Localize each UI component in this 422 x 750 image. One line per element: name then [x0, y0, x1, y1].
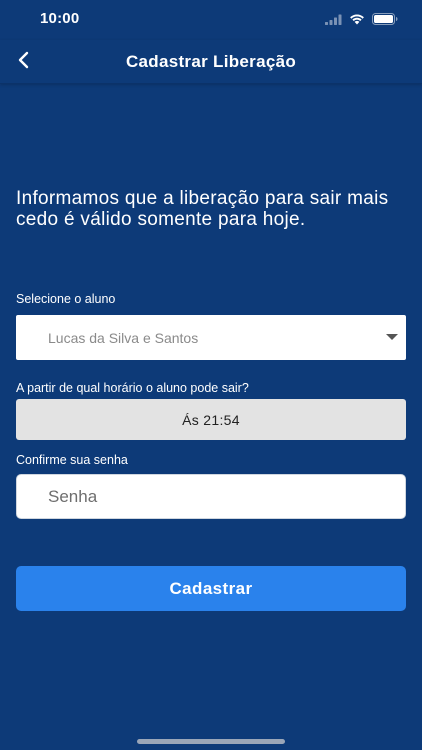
navigation-bar: Cadastrar Liberação	[0, 40, 422, 84]
password-field-label: Confirme sua senha	[16, 453, 128, 467]
register-button-label: Cadastrar	[169, 578, 253, 598]
wifi-icon	[349, 12, 365, 30]
student-select-label: Selecione o aluno	[16, 292, 116, 306]
cellular-icon	[325, 12, 342, 30]
student-select-value: Lucas da Silva e Santos	[48, 330, 199, 346]
register-button[interactable]: Cadastrar	[16, 566, 406, 611]
caret-down-icon	[386, 334, 398, 340]
student-select[interactable]: Lucas da Silva e Santos	[16, 315, 406, 360]
status-icons	[325, 12, 398, 30]
status-time: 10:00	[40, 10, 80, 27]
home-indicator	[137, 739, 285, 744]
time-picker-value: Ás 21:54	[182, 411, 240, 428]
time-field-label: A partir de qual horário o aluno pode sa…	[16, 381, 249, 395]
password-input[interactable]	[16, 474, 406, 519]
page-title: Cadastrar Liberação	[125, 52, 297, 71]
time-picker-button[interactable]: Ás 21:54	[16, 399, 406, 440]
battery-icon	[372, 12, 398, 30]
info-message: Informamos que a liberação para sair mai…	[16, 188, 389, 230]
status-bar: 10:00	[0, 0, 422, 40]
